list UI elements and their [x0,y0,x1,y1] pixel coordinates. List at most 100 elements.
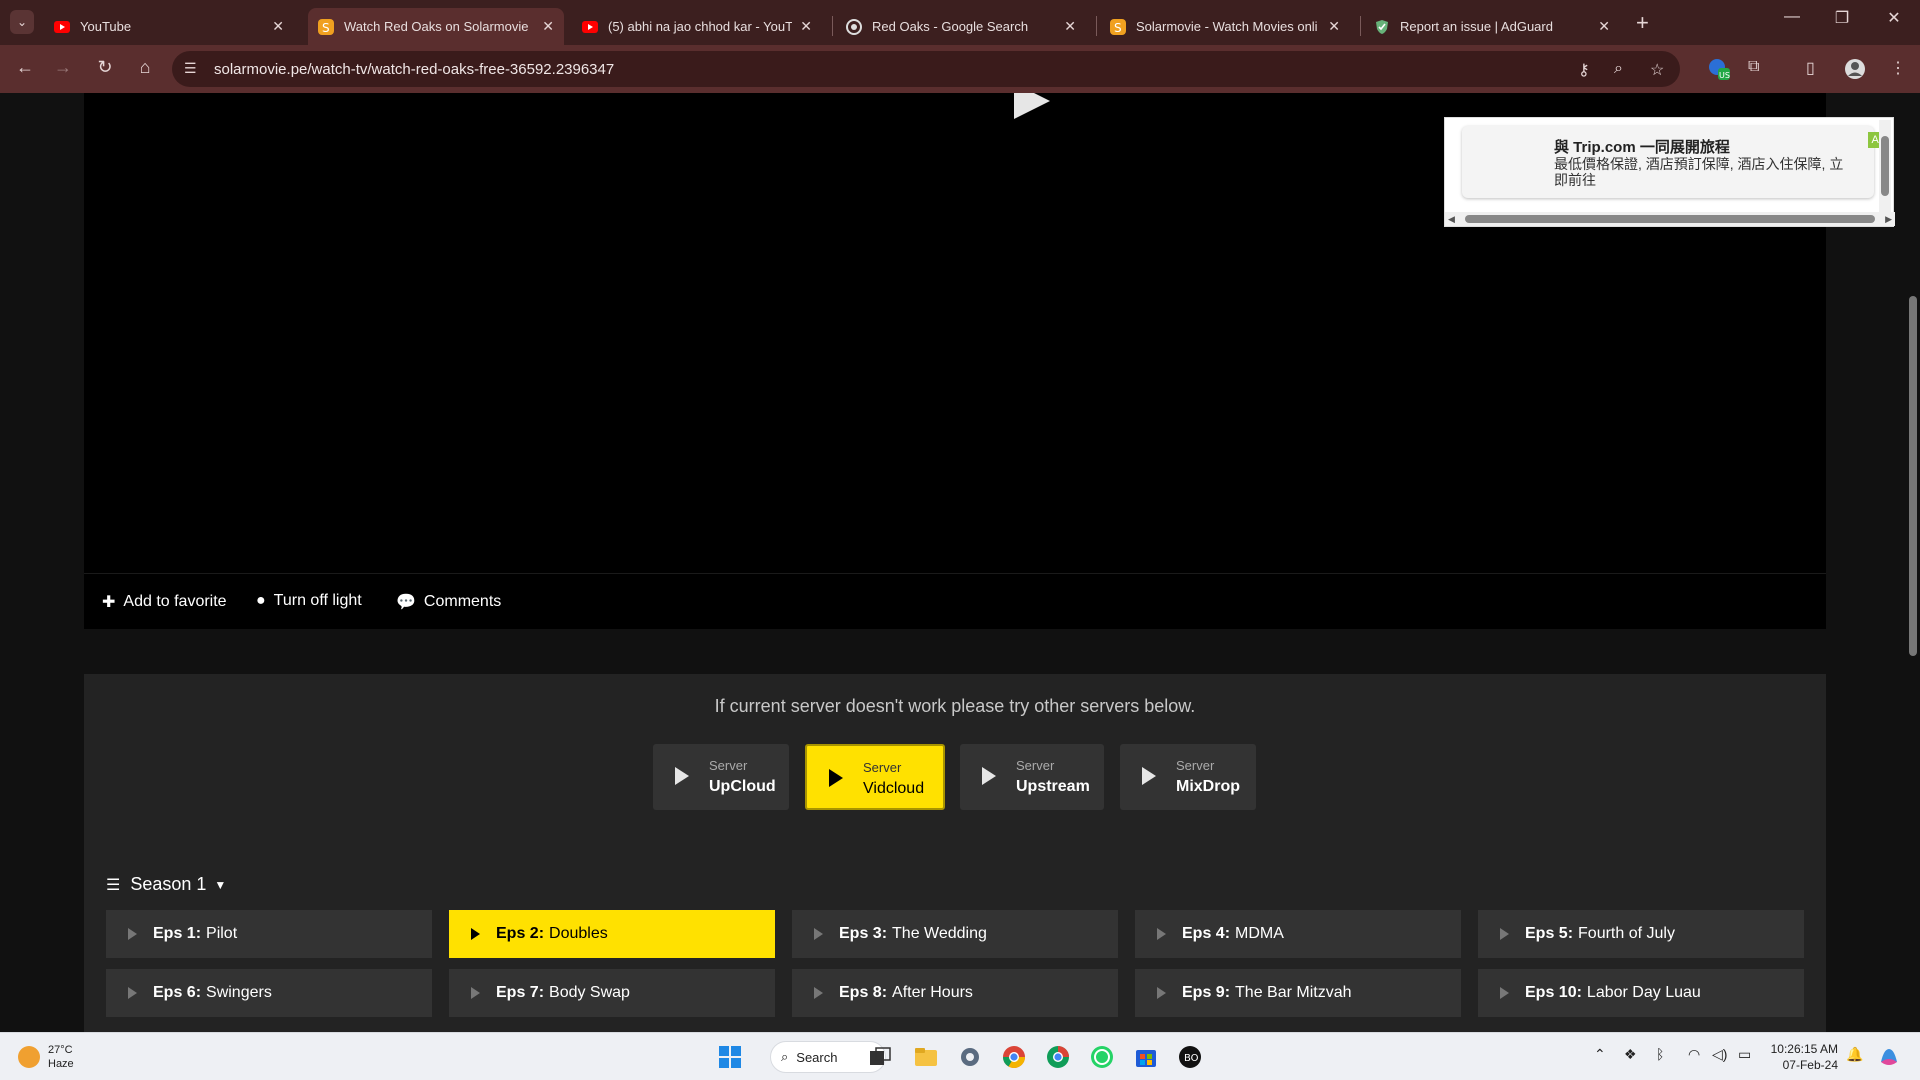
add-favorite-button[interactable]: ✚ Add to favorite [102,592,227,612]
system-clock[interactable]: 10:26:15 AM 07-Feb-24 [1766,1041,1838,1073]
page-scroll-thumb[interactable] [1909,296,1917,656]
close-icon[interactable]: ✕ [542,18,554,35]
tab-search-button[interactable]: ⌄ [10,10,34,34]
youtube-icon [54,19,70,35]
server-name: UpCloud [709,778,776,795]
tray-overflow-chevron-icon[interactable]: ⌃ [1594,1046,1606,1063]
extensions-icon[interactable]: ⧉ [1748,58,1759,76]
forward-icon[interactable]: → [50,57,76,78]
svg-text:S: S [1114,21,1122,35]
season-dropdown[interactable]: ☰ Season 1 ▼ [106,874,226,895]
server-upstream-button[interactable]: Server Upstream [960,744,1104,810]
ad-horizontal-scrollbar[interactable]: ◀ ▶ [1445,212,1895,226]
file-explorer-icon[interactable] [912,1043,940,1071]
scroll-right-icon[interactable]: ▶ [1885,214,1892,225]
address-bar[interactable]: ☰ solarmovie.pe/watch-tv/watch-red-oaks-… [172,51,1680,87]
tab-separator [1360,16,1361,36]
episode-item[interactable]: Eps 5: Fourth of July [1478,910,1804,958]
task-view-icon[interactable] [866,1043,894,1071]
episode-item[interactable]: Eps 7: Body Swap [449,969,775,1017]
close-icon[interactable]: ✕ [1328,18,1340,35]
profile-avatar-icon[interactable] [1844,58,1866,85]
turn-off-light-button[interactable]: ● Turn off light [256,592,362,610]
svg-text:US: US [1719,71,1730,80]
ad-vertical-scroll-thumb[interactable] [1881,136,1889,196]
episode-number: Eps 9: [1182,984,1231,1001]
episode-item[interactable]: Eps 1: Pilot [106,910,432,958]
clock-time: 10:26:15 AM [1770,1042,1838,1056]
tab-youtube-song[interactable]: (5) abhi na jao chhod kar - YouT ✕ [572,8,822,45]
server-vidcloud-button[interactable]: Server Vidcloud [805,744,945,810]
episode-item[interactable]: Eps 4: MDMA [1135,910,1461,958]
vpn-extension-icon[interactable]: US [1708,58,1730,85]
episode-item[interactable]: Eps 9: The Bar Mitzvah [1135,969,1461,1017]
server-label: Server [709,758,748,773]
ad-text: 最低價格保證, 酒店預訂保障, 酒店入住保障, 立即前往 [1554,156,1844,188]
play-icon [471,928,480,940]
microsoft-store-icon[interactable] [1132,1043,1160,1071]
site-info-icon[interactable]: ☰ [184,60,197,77]
minimize-icon[interactable]: — [1772,8,1812,26]
episode-title: After Hours [892,984,973,1001]
tab-youtube[interactable]: YouTube ✕ [44,8,294,45]
home-icon[interactable]: ⌂ [132,57,158,78]
ad-banner[interactable]: 與 Trip.com 一同展開旅程 最低價格保證, 酒店預訂保障, 酒店入住保障… [1444,117,1895,227]
episode-item[interactable]: Eps 3: The Wedding [792,910,1118,958]
copilot-icon[interactable] [1878,1046,1900,1071]
wifi-icon[interactable]: ◠ [1688,1046,1700,1063]
server-mixdrop-button[interactable]: Server MixDrop [1120,744,1256,810]
bookmark-star-icon[interactable]: ☆ [1650,60,1664,80]
tab-google-search[interactable]: Red Oaks - Google Search ✕ [836,8,1086,45]
tab-title: (5) abhi na jao chhod kar - YouT [608,19,793,34]
play-icon[interactable] [1014,93,1050,119]
episode-item[interactable]: Eps 6: Swingers [106,969,432,1017]
settings-gear-icon[interactable] [956,1043,984,1071]
ad-horizontal-scroll-thumb[interactable] [1465,215,1875,223]
comments-button[interactable]: 💬 Comments [396,592,501,612]
play-icon [814,987,823,999]
app-circle-icon[interactable]: BO [1176,1043,1204,1071]
close-icon[interactable]: ✕ [1598,18,1610,35]
volume-icon[interactable]: ◁) [1712,1046,1727,1063]
reload-icon[interactable]: ↻ [92,57,118,78]
tab-solarmovie-red-oaks[interactable]: S Watch Red Oaks on Solarmovie ✕ [308,8,564,45]
server-upcloud-button[interactable]: Server UpCloud [653,744,789,810]
restore-icon[interactable]: ❐ [1822,8,1862,28]
episode-title: Doubles [549,925,608,942]
play-icon [471,987,480,999]
weather-widget[interactable]: 27°C Haze [18,1043,74,1071]
ad-card[interactable]: 與 Trip.com 一同展開旅程 最低價格保證, 酒店預訂保障, 酒店入住保障… [1462,126,1874,198]
url-text[interactable]: solarmovie.pe/watch-tv/watch-red-oaks-fr… [214,61,614,78]
back-icon[interactable]: ← [12,57,38,78]
tab-title: YouTube [80,19,132,34]
chrome-profile-icon[interactable] [1044,1043,1072,1071]
bluetooth-icon[interactable]: ᛒ [1656,1046,1664,1062]
play-icon [128,987,137,999]
episode-title: Labor Day Luau [1586,984,1701,1001]
scroll-left-icon[interactable]: ◀ [1448,214,1455,225]
windows-start-icon[interactable] [716,1043,744,1071]
episode-item[interactable]: Eps 10: Labor Day Luau [1478,969,1804,1017]
episode-item-active[interactable]: Eps 2: Doubles [449,910,775,958]
close-icon[interactable]: ✕ [272,18,284,35]
ad-vertical-scrollbar[interactable] [1879,120,1891,212]
notification-bell-icon[interactable]: 🔔 [1846,1046,1863,1063]
solarmovie-icon: S [318,18,334,35]
close-icon[interactable]: ✕ [800,18,812,35]
zoom-icon[interactable]: ⌕ [1614,60,1623,78]
tab-title: Solarmovie - Watch Movies onli [1136,19,1318,34]
page-scrollbar[interactable] [1906,93,1920,1032]
menu-dots-icon[interactable]: ⋮ [1890,58,1906,78]
side-panel-icon[interactable]: ▯ [1806,58,1815,78]
episode-item[interactable]: Eps 8: After Hours [792,969,1118,1017]
tab-adguard[interactable]: Report an issue | AdGuard ✕ [1364,8,1620,45]
new-tab-icon[interactable]: + [1636,10,1649,36]
battery-icon[interactable]: ▭ [1738,1046,1751,1063]
tray-app-icon[interactable]: ❖ [1624,1046,1637,1063]
whatsapp-icon[interactable] [1088,1043,1116,1071]
window-close-icon[interactable]: ✕ [1874,8,1914,28]
key-icon[interactable]: ⚷ [1578,60,1590,80]
close-icon[interactable]: ✕ [1064,18,1076,35]
chrome-icon[interactable] [1000,1043,1028,1071]
tab-solarmovie[interactable]: S Solarmovie - Watch Movies onli ✕ [1100,8,1350,45]
